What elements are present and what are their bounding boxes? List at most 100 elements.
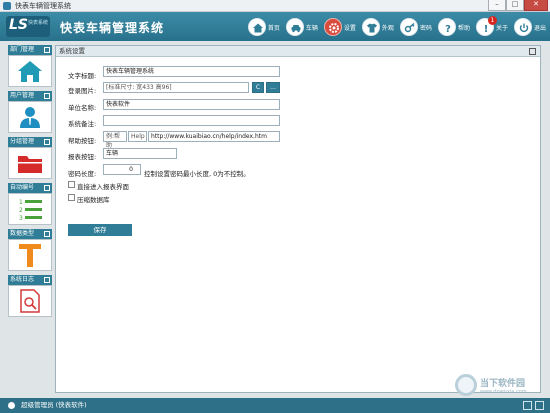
report-button-input[interactable]: 车辆 xyxy=(103,148,177,159)
sidebar: 部门管理 用户管理 分组管理 自动编号 123 数据类型 系统日志 xyxy=(8,45,52,321)
svg-text:2: 2 xyxy=(19,207,23,214)
nav-password-label: 密码 xyxy=(419,24,432,32)
text-title-label: 文字标题: xyxy=(68,72,97,80)
sidebar-tile[interactable] xyxy=(8,285,52,317)
app-title: 快表车辆管理系统 xyxy=(60,21,165,35)
org-name-input[interactable]: 快表软件 xyxy=(103,99,280,110)
gear-icon xyxy=(328,23,339,33)
nav-home[interactable]: 首页 xyxy=(247,18,280,36)
nav-help[interactable]: ? 帮助 xyxy=(437,18,470,36)
org-name-label: 单位名称: xyxy=(68,104,97,112)
direct-report-label: 直接进入报表界面 xyxy=(77,183,129,191)
nav-exit-label: 退出 xyxy=(533,24,546,32)
nav-password[interactable]: 密码 xyxy=(399,18,432,36)
svg-text:1: 1 xyxy=(19,199,23,206)
save-button[interactable]: 保存 xyxy=(68,224,132,236)
login-image-label: 登录图片: xyxy=(68,87,97,95)
sidebar-tile[interactable] xyxy=(8,239,52,271)
folder-icon xyxy=(18,156,42,173)
help-icon: ? xyxy=(445,24,451,34)
panel-maximize-button[interactable] xyxy=(529,48,536,55)
sidebar-item-log[interactable]: 系统日志 xyxy=(8,275,52,317)
sidebar-head: 自动编号 xyxy=(8,183,52,193)
report-button-label: 报表按钮: xyxy=(68,153,97,161)
remark-label: 系统备注: xyxy=(68,120,97,128)
sidebar-head: 分组管理 xyxy=(8,137,52,147)
nav-about[interactable]: ! 1 关于 xyxy=(475,16,508,36)
help-text-input[interactable]: 例:帮助 xyxy=(103,131,127,149)
nav-car-label: 车辆 xyxy=(305,24,318,32)
sidebar-item-datatype[interactable]: 数据类型 xyxy=(8,229,52,271)
sidebar-head: 部门管理 xyxy=(8,45,52,55)
settings-panel: 系统设置 xyxy=(55,45,541,393)
status-bar: 超级管理员 (快表软件) xyxy=(0,398,550,413)
nav-appearance-label: 外观 xyxy=(381,24,394,32)
compress-db-checkbox[interactable] xyxy=(68,194,75,201)
key-icon xyxy=(404,22,415,33)
svg-text:3: 3 xyxy=(19,215,23,221)
user-icon xyxy=(8,401,15,409)
house-icon xyxy=(18,61,42,82)
nav-car[interactable]: 车辆 xyxy=(285,18,318,36)
panel-title: 系统设置 xyxy=(59,47,85,55)
nav-help-label: 帮助 xyxy=(457,24,470,32)
watermark-url: www.downxia.com xyxy=(480,388,527,395)
status-lock-icon[interactable] xyxy=(535,401,544,410)
nav-settings[interactable]: 设置 xyxy=(323,18,356,36)
sidebar-item-user[interactable]: 用户管理 xyxy=(8,91,52,133)
numbered-list-icon: 123 xyxy=(19,199,42,221)
svg-text:?: ? xyxy=(445,24,451,34)
login-image-browse-button[interactable]: ... xyxy=(266,82,280,93)
sidebar-tile[interactable] xyxy=(8,101,52,133)
watermark-logo xyxy=(455,374,477,396)
sidebar-tile[interactable]: 123 xyxy=(8,193,52,225)
password-length-label: 密码长度: xyxy=(68,170,97,178)
app-icon xyxy=(3,1,11,10)
watermark: 当下软件园 www.downxia.com xyxy=(455,374,527,396)
status-grid-icon[interactable] xyxy=(523,401,532,410)
window-title: 快表车辆管理系统 xyxy=(15,1,71,10)
type-icon xyxy=(19,244,41,267)
sidebar-head: 数据类型 xyxy=(8,229,52,239)
sidebar-tile[interactable] xyxy=(8,147,52,179)
sidebar-item-department[interactable]: 部门管理 xyxy=(8,45,52,87)
app-header: LS 快表系统 快表车辆管理系统 首页 车辆 设置 外观 密码 ? 帮助 ! 1… xyxy=(0,12,550,41)
login-image-clear-button[interactable]: C xyxy=(252,82,264,93)
close-button[interactable]: ✕ xyxy=(524,0,548,11)
watermark-title: 当下软件园 xyxy=(480,378,526,389)
sidebar-item-group[interactable]: 分组管理 xyxy=(8,137,52,179)
nav-exit[interactable]: 退出 xyxy=(513,18,546,36)
window-titlebar: 快表车辆管理系统 – □ ✕ xyxy=(0,0,550,12)
user-icon xyxy=(20,107,40,128)
car-icon xyxy=(291,25,301,33)
power-icon xyxy=(519,23,529,33)
direct-report-checkbox[interactable] xyxy=(68,181,75,188)
login-image-input[interactable]: [标准尺寸: 宽433 高96] xyxy=(103,82,249,93)
password-length-hint: 控制设置密码最小长度, 0为不控制。 xyxy=(144,170,250,178)
nav-about-label: 关于 xyxy=(495,24,508,32)
help-url-input[interactable]: http://www.kuaibiao.cn/help/index.htm xyxy=(148,131,280,142)
sidebar-head: 用户管理 xyxy=(8,91,52,101)
password-length-stepper[interactable]: 0 xyxy=(103,164,141,175)
minimize-button[interactable]: – xyxy=(488,0,506,11)
help-button-label: 帮助按钮: xyxy=(68,137,97,145)
log-search-icon xyxy=(20,289,40,313)
svg-text:!: ! xyxy=(484,24,489,34)
shirt-icon xyxy=(366,23,377,33)
maximize-button[interactable]: □ xyxy=(506,0,524,11)
help-alt-input[interactable]: Help xyxy=(128,131,147,142)
sidebar-tile[interactable] xyxy=(8,55,52,87)
notification-badge: 1 xyxy=(487,16,497,25)
nav-appearance[interactable]: 外观 xyxy=(361,18,394,36)
sidebar-item-autonumber[interactable]: 自动编号 123 xyxy=(8,183,52,225)
compress-db-label: 压缩数据库 xyxy=(77,196,110,204)
top-nav: 首页 车辆 设置 外观 密码 ? 帮助 ! 1 关于 退出 xyxy=(242,16,546,38)
nav-home-label: 首页 xyxy=(267,24,280,32)
text-title-input[interactable]: 快表车辆管理系统 xyxy=(103,66,280,77)
sidebar-head: 系统日志 xyxy=(8,275,52,285)
panel-header: 系统设置 xyxy=(56,46,540,57)
app-logo: LS 快表系统 xyxy=(6,16,50,37)
remark-input[interactable] xyxy=(103,115,280,126)
nav-settings-label: 设置 xyxy=(343,24,356,32)
status-user-text: 超级管理员 (快表软件) xyxy=(21,401,87,409)
